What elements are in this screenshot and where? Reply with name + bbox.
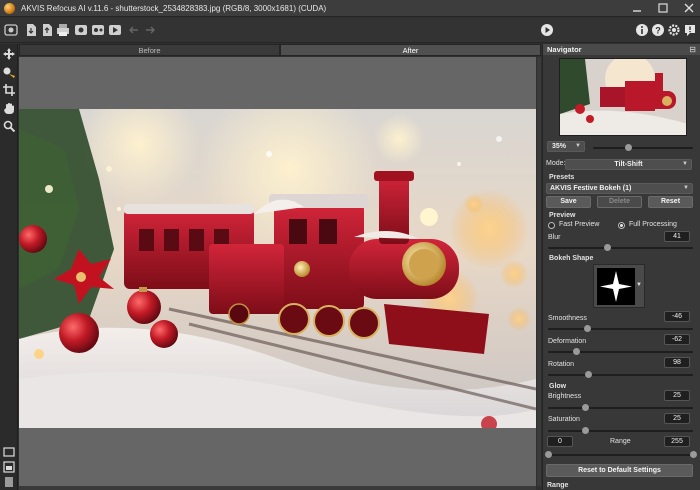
saturation-value[interactable]: 25 bbox=[664, 413, 690, 424]
shape-dropdown-arrow-icon[interactable]: ▼ bbox=[636, 282, 642, 288]
show-canvas-icon[interactable] bbox=[2, 445, 16, 459]
brightness-label: Brightness bbox=[548, 393, 582, 400]
smoothness-slider-handle[interactable] bbox=[584, 325, 591, 332]
before-after-icon[interactable] bbox=[73, 22, 89, 38]
full-processing-radio[interactable] bbox=[618, 222, 625, 229]
brightness-slider[interactable] bbox=[548, 404, 693, 411]
collapse-panel-icon[interactable]: ⊟ bbox=[689, 44, 696, 55]
brightness-slider-handle[interactable] bbox=[582, 404, 589, 411]
main-toolbar: ? bbox=[0, 18, 700, 43]
saturation-label: Saturation bbox=[548, 416, 580, 423]
saturation-slider-handle[interactable] bbox=[582, 427, 589, 434]
deformation-slider-handle[interactable] bbox=[573, 348, 580, 355]
deformation-value[interactable]: -62 bbox=[664, 334, 690, 345]
save-preset-button[interactable]: Save bbox=[546, 196, 591, 208]
preset-select[interactable]: AKVIS Festive Bokeh (1) ▼ bbox=[546, 183, 693, 194]
move-tool-icon[interactable] bbox=[2, 47, 16, 61]
smoothness-slider[interactable] bbox=[548, 325, 693, 332]
help-icon[interactable]: ? bbox=[650, 22, 666, 38]
glow-header: Glow bbox=[549, 383, 567, 390]
brightness-value[interactable]: 25 bbox=[664, 390, 690, 401]
rotation-slider[interactable] bbox=[548, 371, 693, 378]
split-view-icon[interactable] bbox=[2, 460, 16, 474]
delete-preset-button[interactable]: Delete bbox=[597, 196, 642, 208]
range-max-handle[interactable] bbox=[690, 451, 697, 458]
full-processing-label: Full Processing bbox=[629, 221, 677, 228]
notifications-icon[interactable] bbox=[682, 22, 698, 38]
reset-defaults-button[interactable]: Reset to Default Settings bbox=[546, 464, 693, 477]
vertical-scrollbar[interactable] bbox=[537, 57, 541, 486]
print-icon[interactable] bbox=[55, 22, 71, 38]
reset-preset-button[interactable]: Reset bbox=[648, 196, 693, 208]
mode-label: Mode: bbox=[546, 160, 566, 167]
app-logo-icon bbox=[4, 2, 15, 14]
mode-select[interactable]: Tilt-Shift ▼ bbox=[565, 159, 692, 170]
fast-preview-label: Fast Preview bbox=[559, 221, 600, 228]
zoom-select[interactable]: 35% ▼ bbox=[547, 141, 585, 152]
rotation-slider-handle[interactable] bbox=[585, 371, 592, 378]
tab-before[interactable]: Before bbox=[19, 44, 280, 56]
maximize-icon[interactable] bbox=[656, 1, 670, 15]
rotation-label: Rotation bbox=[548, 361, 575, 368]
deformation-slider[interactable] bbox=[548, 348, 693, 355]
redo-icon[interactable] bbox=[142, 22, 158, 38]
settings-icon[interactable] bbox=[666, 22, 682, 38]
svg-text:?: ? bbox=[655, 26, 661, 36]
bokeh-shape-picker[interactable]: ▼ bbox=[593, 264, 645, 308]
settings-panel: Navigator ⊟ 35% ▼ Mode: Tilt-Shift ▼ Prese… bbox=[542, 44, 700, 490]
view-tabs: Before After bbox=[19, 44, 541, 56]
run-icon[interactable] bbox=[539, 22, 555, 38]
smoothness-value[interactable]: -46 bbox=[664, 311, 690, 322]
blur-slider-handle[interactable] bbox=[604, 244, 611, 251]
plugin-icon[interactable] bbox=[107, 22, 123, 38]
range-slider[interactable] bbox=[545, 451, 697, 458]
batch-icon[interactable] bbox=[90, 22, 106, 38]
preview-header: Preview bbox=[549, 212, 576, 219]
zoom-slider[interactable] bbox=[593, 144, 693, 151]
tools-bar bbox=[0, 44, 18, 490]
bokeh-shape-header: Bokeh Shape bbox=[549, 255, 594, 262]
rotation-value[interactable]: 98 bbox=[664, 357, 690, 368]
range-max-value[interactable]: 255 bbox=[664, 436, 690, 447]
open-image-icon[interactable] bbox=[3, 22, 19, 38]
range-min-handle[interactable] bbox=[545, 451, 552, 458]
deformation-label: Deformation bbox=[548, 338, 587, 345]
hand-tool-icon[interactable] bbox=[2, 101, 16, 115]
navigator-thumbnail[interactable] bbox=[559, 58, 687, 136]
range-min-value[interactable]: 0 bbox=[547, 436, 573, 447]
range-label: Range bbox=[610, 438, 631, 445]
title-bar: AKVIS Refocus AI v.11.6 - shutterstock_2… bbox=[0, 0, 700, 17]
saturation-slider[interactable] bbox=[548, 427, 693, 434]
blur-slider[interactable] bbox=[548, 244, 693, 251]
panel-toggle-icon[interactable] bbox=[2, 475, 16, 489]
zoom-slider-handle[interactable] bbox=[625, 144, 632, 151]
close-icon[interactable] bbox=[682, 1, 696, 15]
navigator-header: Navigator bbox=[543, 44, 700, 55]
window-title: AKVIS Refocus AI v.11.6 - shutterstock_2… bbox=[21, 3, 327, 13]
crop-icon[interactable] bbox=[2, 83, 16, 97]
image-canvas[interactable] bbox=[19, 57, 536, 486]
presets-header: Presets bbox=[549, 174, 575, 181]
export-icon[interactable] bbox=[39, 22, 55, 38]
minimize-icon[interactable] bbox=[630, 1, 644, 15]
focus-brush-icon[interactable] bbox=[2, 65, 16, 79]
tab-after[interactable]: After bbox=[280, 44, 541, 56]
info-icon[interactable] bbox=[634, 22, 650, 38]
fast-preview-radio[interactable] bbox=[548, 222, 555, 229]
zoom-tool-icon[interactable] bbox=[2, 119, 16, 133]
save-image-icon[interactable] bbox=[23, 22, 39, 38]
blur-label: Blur bbox=[548, 234, 561, 241]
blur-value[interactable]: 41 bbox=[664, 231, 690, 242]
processed-image bbox=[19, 109, 536, 428]
smoothness-label: Smoothness bbox=[548, 315, 587, 322]
range-section-header: Range bbox=[547, 482, 569, 489]
star-shape-icon bbox=[597, 268, 635, 305]
horizontal-scrollbar[interactable] bbox=[19, 486, 536, 490]
undo-icon[interactable] bbox=[126, 22, 142, 38]
